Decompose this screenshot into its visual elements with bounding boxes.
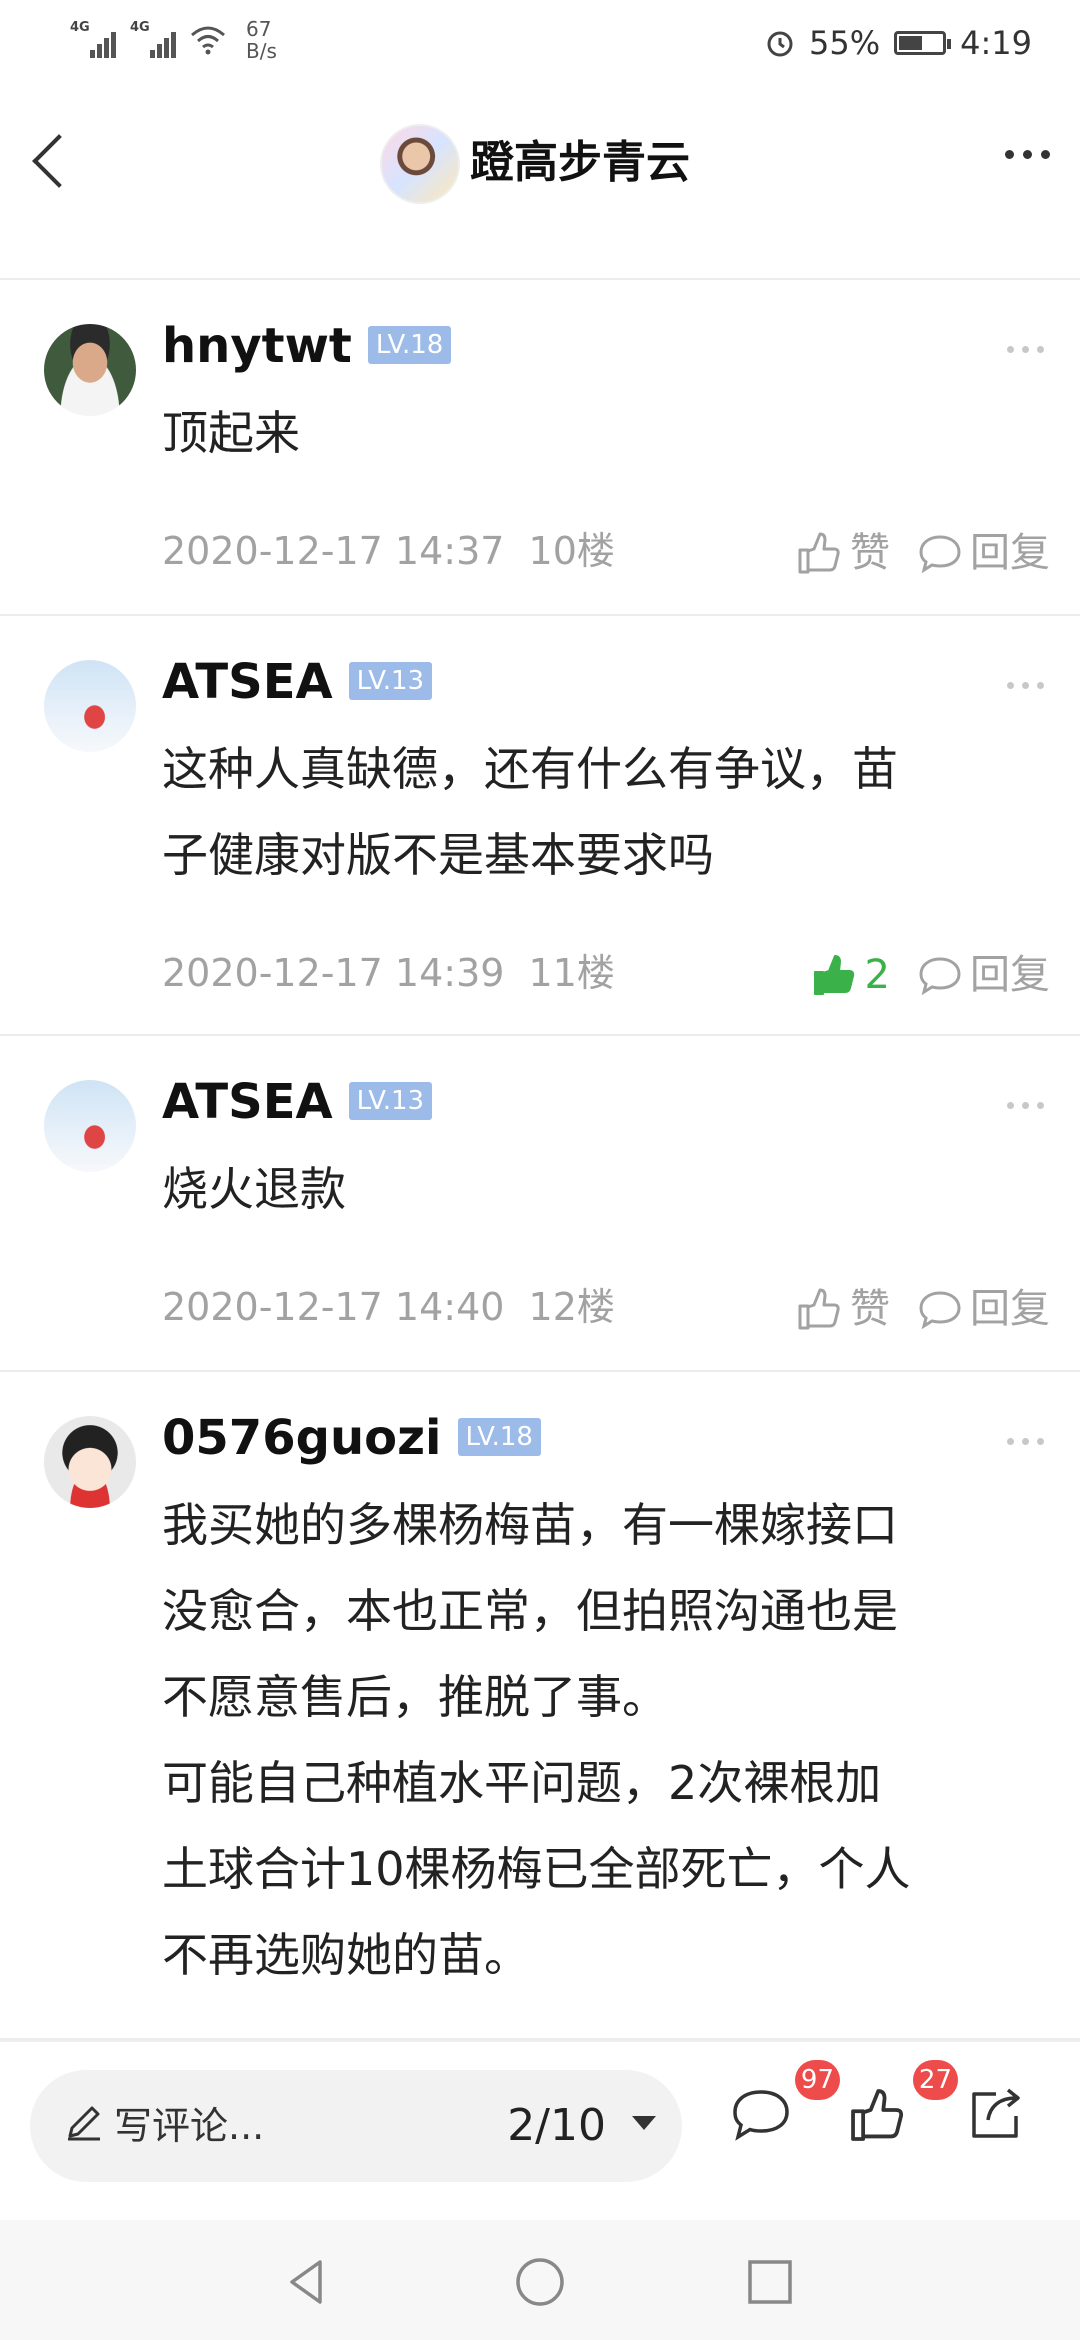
comment-icon xyxy=(733,2090,789,2141)
comment-text: 我买她的多棵杨梅苗，有一棵嫁接口 没愈合，本也正常，但拍照沟通也是 不愿意售后，… xyxy=(162,1498,911,1982)
comment-icon xyxy=(919,957,961,995)
like-post-button[interactable]: 27 xyxy=(848,2060,958,2166)
page-title[interactable]: 蹬高步青云 xyxy=(470,128,690,198)
signal-icon: 4G xyxy=(130,20,176,58)
comment-text: 顶起来 xyxy=(162,406,300,460)
more-horizontal-icon[interactable] xyxy=(1007,682,1044,689)
nav-recents-icon[interactable] xyxy=(742,2254,798,2310)
comment-date: 2020-12-17 14:37 xyxy=(162,529,505,573)
signal-icon: 4G xyxy=(70,20,116,58)
comment-date: 2020-12-17 14:39 xyxy=(162,951,505,995)
comment-meta: 2020-12-17 14:37 10楼 xyxy=(162,526,615,576)
chevron-down-icon[interactable] xyxy=(632,2116,656,2130)
floor-number: 11楼 xyxy=(528,951,615,995)
battery-icon xyxy=(894,31,952,55)
like-button[interactable]: 2 xyxy=(811,950,890,1000)
bottom-bar: 写评论... 2/10 97 27 xyxy=(0,2040,1080,2222)
thumb-up-icon xyxy=(798,532,840,574)
comment-item: ATSEA LV.13 烧火退款 2020-12-17 14:40 12楼 赞 回… xyxy=(0,1036,1080,1372)
comment-meta: 2020-12-17 14:40 12楼 xyxy=(162,1282,615,1332)
like-count: 2 xyxy=(864,952,890,998)
reply-label: 回复 xyxy=(970,1286,1050,1332)
alarm-icon xyxy=(767,31,793,57)
top-bar: 蹬高步青云 xyxy=(0,88,1080,238)
comment-item: 0576guozi LV.18 我买她的多棵杨梅苗，有一棵嫁接口 没愈合，本也正常… xyxy=(0,1372,1080,2040)
like-button[interactable]: 赞 xyxy=(796,1284,890,1334)
comment-icon xyxy=(919,535,961,573)
battery-percent: 55% xyxy=(809,24,881,62)
more-horizontal-icon[interactable] xyxy=(1005,150,1050,159)
more-horizontal-icon[interactable] xyxy=(1007,1438,1044,1445)
avatar[interactable] xyxy=(44,660,136,752)
comment-text: 这种人真缺德，还有什么有争议，苗 子健康对版不是基本要求吗 xyxy=(162,742,898,882)
write-comment-input[interactable]: 写评论... 2/10 xyxy=(30,2070,682,2182)
comment-author[interactable]: ATSEA LV.13 xyxy=(162,652,433,712)
thumb-up-icon xyxy=(798,1288,840,1330)
reply-label: 回复 xyxy=(970,530,1050,576)
write-comment-placeholder: 写评论... xyxy=(114,2104,265,2148)
thumb-up-filled-icon xyxy=(813,955,854,995)
page-indicator[interactable]: 2/10 xyxy=(507,2098,606,2154)
nav-back-icon[interactable] xyxy=(280,2254,336,2310)
reply-button[interactable]: 回复 xyxy=(918,1284,1050,1334)
wifi-icon xyxy=(191,26,225,55)
previous-comment-fragment xyxy=(0,238,1080,280)
comment-author[interactable]: hnytwt LV.18 xyxy=(162,316,452,376)
status-bar: 4G 4G 67 B/s 55% 4:19 xyxy=(0,0,1080,88)
nav-home-icon[interactable] xyxy=(512,2254,568,2310)
pen-icon xyxy=(68,2106,100,2141)
comment-text: 烧火退款 xyxy=(162,1162,346,1216)
reply-button[interactable]: 回复 xyxy=(918,950,1050,1000)
like-count-badge: 27 xyxy=(912,2060,958,2100)
more-horizontal-icon[interactable] xyxy=(1007,346,1044,353)
comment-icon xyxy=(919,1291,961,1329)
chevron-left-icon[interactable] xyxy=(22,128,92,198)
comment-author[interactable]: 0576guozi LV.18 xyxy=(162,1408,541,1468)
clock: 4:19 xyxy=(960,24,1032,62)
like-label: 赞 xyxy=(850,530,890,576)
floor-number: 12楼 xyxy=(528,1285,615,1329)
comment-item: hnytwt LV.18 顶起来 2020-12-17 14:37 10楼 赞 回… xyxy=(0,280,1080,616)
avatar[interactable] xyxy=(380,124,460,204)
reply-button[interactable]: 回复 xyxy=(918,528,1050,578)
avatar[interactable] xyxy=(44,1416,136,1508)
thumb-up-icon xyxy=(851,2089,904,2141)
system-nav-bar xyxy=(0,2220,1080,2340)
level-badge: LV.13 xyxy=(348,1082,433,1120)
comment-item: ATSEA LV.13 这种人真缺德，还有什么有争议，苗 子健康对版不是基本要求吗… xyxy=(0,616,1080,1036)
avatar[interactable] xyxy=(44,324,136,416)
reply-label: 回复 xyxy=(970,952,1050,998)
share-icon xyxy=(972,2088,1020,2138)
like-label: 赞 xyxy=(850,1286,890,1332)
like-button[interactable]: 赞 xyxy=(796,528,890,578)
level-badge: LV.18 xyxy=(367,326,452,364)
comment-date: 2020-12-17 14:40 xyxy=(162,1285,505,1329)
network-speed: 67 B/s xyxy=(246,17,277,63)
comment-meta: 2020-12-17 14:39 11楼 xyxy=(162,948,615,998)
comment-author[interactable]: ATSEA LV.13 xyxy=(162,1072,433,1132)
comment-count-badge: 97 xyxy=(794,2060,840,2100)
comments-button[interactable]: 97 xyxy=(730,2060,840,2166)
more-horizontal-icon[interactable] xyxy=(1007,1102,1044,1109)
floor-number: 10楼 xyxy=(528,529,615,573)
avatar[interactable] xyxy=(44,1080,136,1172)
level-badge: LV.18 xyxy=(457,1418,541,1456)
level-badge: LV.13 xyxy=(348,662,433,700)
share-button[interactable] xyxy=(966,2086,1046,2166)
